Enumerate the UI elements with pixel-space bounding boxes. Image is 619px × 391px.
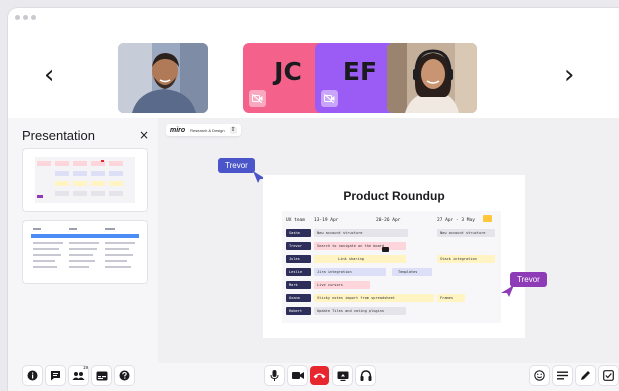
checkbox-icon	[603, 370, 614, 381]
task-card[interactable]: Live cursors	[314, 281, 370, 289]
team-member-name: Leslie	[286, 268, 311, 276]
hang-up-button[interactable]	[310, 366, 329, 385]
task-card[interactable]: Jira integration	[314, 268, 386, 276]
cursor-tag-icon	[382, 247, 389, 252]
team-member-name: Oxana	[286, 294, 311, 302]
window-dot[interactable]	[31, 15, 36, 20]
column-header: 27 Apr - 3 May	[437, 218, 475, 223]
title-bar	[8, 8, 619, 26]
miro-board-canvas[interactable]: miro Research & Design ⇧ Trevor Product …	[158, 118, 619, 363]
board-name[interactable]: Research & Design	[190, 128, 224, 133]
column-header: 13-19 Apr	[314, 218, 339, 223]
window-dot[interactable]	[23, 15, 28, 20]
participants-icon	[72, 372, 85, 380]
roadmap-table: UX team 13-19 Apr 20-26 Apr 27 Apr - 3 M…	[282, 211, 501, 323]
miro-logo: miro	[170, 126, 186, 134]
help-icon	[119, 370, 130, 381]
audio-button[interactable]	[356, 366, 375, 385]
task-card[interactable]: Frames	[437, 294, 465, 302]
team-member-name: Mark	[286, 281, 311, 289]
participant-strip: ‹ › JC EF	[8, 26, 619, 118]
column-header: UX team	[286, 218, 305, 223]
task-card[interactable]: New account structure	[314, 229, 408, 237]
task-card[interactable]: Templates	[392, 268, 432, 276]
share-icon[interactable]: ⇧	[229, 126, 237, 134]
miro-board-bar: miro Research & Design ⇧	[166, 124, 241, 136]
cursor-label: Trevor	[218, 158, 255, 173]
team-member-name: Robert	[286, 307, 311, 315]
share-screen-button[interactable]	[333, 366, 352, 385]
team-member-name: Sasha	[286, 229, 311, 237]
participant-1-video[interactable]	[118, 43, 208, 113]
camera-off-icon	[321, 90, 338, 107]
sidebar-title: Presentation	[22, 128, 95, 143]
microphone-button[interactable]	[265, 366, 284, 385]
next-arrow-icon[interactable]: ›	[564, 62, 574, 88]
team-member-name: Trevor	[286, 242, 311, 250]
menu-icon	[557, 371, 568, 380]
team-member-name: Jules	[286, 255, 311, 263]
task-card[interactable]: Update Tiles and voting plugins	[314, 307, 406, 315]
chat-button[interactable]	[46, 366, 65, 385]
slide-thumbnail-1[interactable]	[23, 149, 147, 211]
emoji-icon	[534, 370, 545, 381]
product-roundup-frame[interactable]: Product Roundup UX team 13-19 Apr 20-26 …	[263, 175, 525, 338]
camera-button[interactable]	[288, 366, 307, 385]
camera-icon	[291, 372, 304, 379]
headphones-icon	[360, 370, 371, 381]
slide-thumbnail-2[interactable]	[23, 221, 147, 283]
task-card[interactable]: Link sharing	[314, 255, 406, 263]
column-header: 20-26 Apr	[376, 218, 401, 223]
cursor-pointer-icon	[501, 285, 514, 297]
participants-button[interactable]: 19	[69, 365, 88, 385]
task-card[interactable]: Sticky notes import from spreadsheet	[314, 294, 434, 302]
camera-off-icon	[249, 90, 266, 107]
frame-title: Product Roundup	[343, 189, 445, 203]
participants-count: 19	[82, 365, 88, 370]
task-card[interactable]: New account structure	[437, 229, 495, 237]
emoji-sticker-icon	[483, 215, 492, 222]
pen-icon	[581, 371, 590, 380]
hang-up-icon	[313, 373, 326, 379]
app-window: ‹ › JC EF Presentation × miro Research &…	[8, 8, 619, 391]
info-icon	[27, 370, 38, 381]
chat-icon	[51, 371, 60, 381]
microphone-icon	[270, 370, 279, 381]
window-dot[interactable]	[15, 15, 20, 20]
reactions-button[interactable]	[530, 366, 549, 385]
task-card[interactable]: Search to navigate on the board	[314, 242, 406, 250]
cursor-label: Trevor	[510, 272, 547, 287]
help-button[interactable]	[115, 366, 134, 385]
tasks-button[interactable]	[599, 366, 618, 385]
annotate-button[interactable]	[576, 366, 595, 385]
captions-button[interactable]	[92, 366, 111, 385]
meeting-toolbar: 19	[8, 363, 619, 391]
share-screen-icon	[337, 371, 348, 381]
task-card[interactable]: Stack integration	[437, 255, 495, 263]
menu-button[interactable]	[553, 366, 572, 385]
close-icon[interactable]: ×	[139, 128, 149, 142]
presentation-sidebar: Presentation ×	[8, 118, 158, 363]
info-button[interactable]	[23, 366, 42, 385]
previous-arrow-icon[interactable]: ‹	[44, 62, 54, 88]
captions-icon	[96, 371, 107, 380]
participant-4-video[interactable]	[387, 43, 477, 113]
